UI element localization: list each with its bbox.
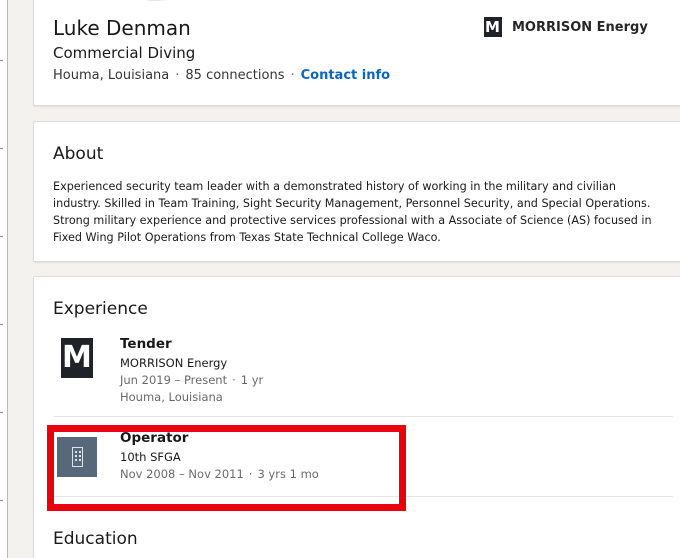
- about-card: About Experienced security team leader w…: [33, 121, 680, 262]
- contact-info-link[interactable]: Contact info: [301, 68, 390, 83]
- separator-dot: ·: [290, 68, 295, 83]
- experience-title: Experience: [53, 299, 148, 319]
- about-title: About: [53, 144, 104, 164]
- profile-top-card: Luke Denman Commercial Diving Houma, Lou…: [33, 0, 680, 106]
- current-company-link[interactable]: M MORRISON Energy: [484, 17, 648, 37]
- current-company-name: MORRISON Energy: [512, 19, 648, 35]
- about-text: Experienced security team leader with a …: [53, 180, 652, 244]
- window-left-edge: [0, 0, 8, 558]
- highlight-box: [47, 425, 406, 511]
- morrison-logo-icon[interactable]: M: [61, 338, 93, 378]
- profile-location: Houma, Louisiana: [53, 68, 170, 83]
- profile-avatar[interactable]: [100, 0, 210, 1]
- separator-dot: ·: [175, 68, 180, 83]
- profile-meta: Houma, Louisiana · 85 connections · Contact …: [53, 67, 390, 85]
- experience-dates: Jun 2019 – Present · 1 yr: [120, 373, 264, 387]
- profile-headline: Commercial Diving: [53, 44, 196, 62]
- experience-company: MORRISON Energy: [120, 356, 228, 370]
- experience-role: Tender: [120, 336, 172, 352]
- morrison-logo-icon: M: [484, 17, 502, 37]
- education-title: Education: [53, 529, 138, 549]
- experience-card: Experience M Tender MORRISON Energy Jun …: [33, 276, 680, 558]
- profile-connections[interactable]: 85 connections: [185, 68, 284, 83]
- experience-item-tender[interactable]: M Tender MORRISON Energy Jun 2019 – Pres…: [53, 333, 673, 417]
- experience-location: Houma, Louisiana: [120, 390, 223, 404]
- profile-name: Luke Denman: [53, 16, 191, 40]
